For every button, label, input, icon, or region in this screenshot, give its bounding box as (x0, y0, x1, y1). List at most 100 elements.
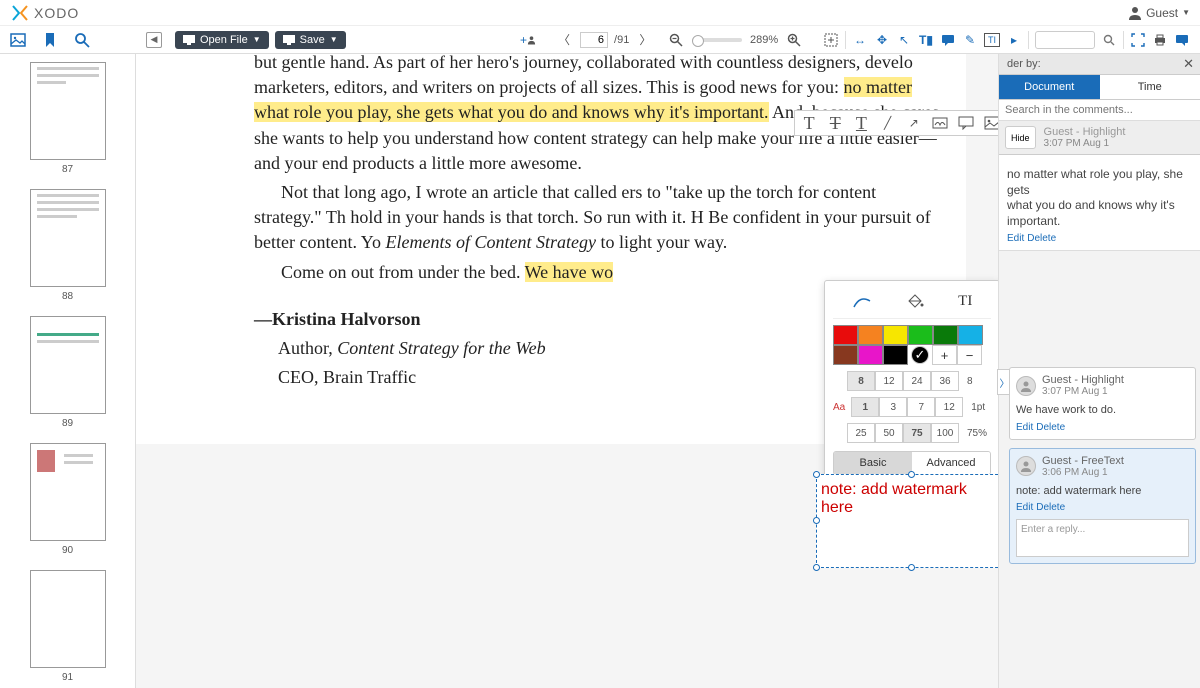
text-box-icon[interactable]: TI (984, 33, 1000, 47)
document-viewport[interactable]: but gentle hand. As part of her hero's j… (136, 54, 998, 688)
edit-comment-link[interactable]: Edit (1016, 502, 1033, 513)
color-swatch[interactable] (958, 325, 983, 345)
reply-input[interactable]: Enter a reply... (1016, 519, 1189, 557)
freehand-icon[interactable] (852, 293, 872, 309)
font-size-option[interactable]: 8 (847, 371, 875, 391)
basic-mode-tab[interactable]: Basic (834, 452, 912, 474)
comment-body: note: add watermark here (1016, 484, 1189, 498)
freetext-content[interactable]: note: add watermark here (817, 475, 998, 523)
resize-handle[interactable] (908, 471, 915, 478)
user-icon (1128, 6, 1142, 20)
highlight-annotation[interactable]: We have wo (525, 262, 614, 282)
select-arrow-icon[interactable]: ↖ (896, 33, 912, 47)
monitor-icon (283, 35, 295, 45)
page-number-input[interactable] (580, 32, 608, 48)
font-size-option[interactable]: 24 (903, 371, 931, 391)
comment-item-selected[interactable]: Guest - FreeText 3:06 PM Aug 1 note: add… (1009, 448, 1196, 564)
comment-icon[interactable] (940, 33, 956, 47)
close-panel-icon[interactable]: ✕ (1183, 56, 1194, 72)
advanced-mode-tab[interactable]: Advanced (912, 452, 990, 474)
zoom-out-icon[interactable] (668, 33, 684, 47)
color-swatch[interactable] (858, 325, 883, 345)
color-swatch[interactable] (833, 325, 858, 345)
collapse-sidebar-button[interactable]: ◀ (146, 32, 162, 48)
page-thumbnail[interactable] (30, 189, 106, 287)
color-swatch[interactable] (833, 345, 858, 365)
user-menu[interactable]: Guest ▼ (1128, 6, 1190, 20)
comment-body: no matter what role you play, she getswh… (1007, 167, 1192, 229)
page-thumbnail[interactable] (30, 62, 106, 160)
delete-comment-link[interactable]: Delete (1027, 233, 1056, 244)
arrow-tool-icon[interactable]: ↗ (906, 114, 922, 132)
opacity-option[interactable]: 50 (875, 423, 903, 443)
toolbar-search-input[interactable] (1035, 31, 1095, 49)
edit-comment-link[interactable]: Edit (1016, 422, 1033, 433)
font-size-option[interactable]: 12 (875, 371, 903, 391)
zoom-slider[interactable] (692, 38, 742, 42)
strikeout-tool-icon[interactable]: T (827, 114, 843, 132)
text-select-icon[interactable]: T▮ (918, 33, 934, 47)
comments-search-input[interactable] (999, 100, 1200, 121)
search-icon[interactable] (74, 32, 90, 48)
color-swatch[interactable] (883, 345, 908, 365)
freetext-annotation[interactable]: note: add watermark here (816, 474, 998, 568)
resize-handle[interactable] (813, 564, 820, 571)
text-style-icon[interactable]: TI (958, 293, 972, 310)
next-page-button[interactable]: 〉 (635, 31, 655, 48)
color-swatch[interactable] (933, 325, 958, 345)
add-user-icon[interactable]: + (520, 33, 536, 47)
search-icon[interactable] (1101, 33, 1117, 47)
edit-comment-link[interactable]: Edit (1007, 233, 1024, 244)
stroke-width-option[interactable]: 7 (907, 397, 935, 417)
pan-horizontal-icon[interactable]: ↔ (852, 33, 868, 47)
more-tools-icon[interactable]: ▸ (1006, 33, 1022, 47)
color-swatch[interactable] (908, 325, 933, 345)
hide-comment-button[interactable]: Hide (1005, 126, 1036, 149)
chat-icon[interactable] (1174, 33, 1190, 47)
print-icon[interactable] (1152, 33, 1168, 47)
stroke-width-option[interactable]: 12 (935, 397, 963, 417)
delete-comment-link[interactable]: Delete (1036, 502, 1065, 513)
prev-page-button[interactable]: 〈 (554, 31, 574, 48)
pan-tool-icon[interactable]: ✥ (874, 33, 890, 47)
line-tool-icon[interactable]: ╱ (880, 114, 896, 132)
add-color-button[interactable]: + (932, 345, 957, 365)
comment-time: 3:07 PM Aug 1 (1042, 386, 1124, 397)
opacity-option[interactable]: 75 (903, 423, 931, 443)
resize-handle[interactable] (813, 517, 820, 524)
open-file-button[interactable]: Open File ▼ (175, 31, 269, 49)
tab-time[interactable]: Time (1100, 75, 1200, 99)
stroke-width-option[interactable]: 1 (851, 397, 879, 417)
color-swatch[interactable] (883, 325, 908, 345)
signature-tool-icon[interactable] (932, 114, 948, 132)
color-check-icon[interactable]: ✓ (911, 346, 929, 364)
fullscreen-icon[interactable] (1130, 33, 1146, 47)
page-thumbnail[interactable] (30, 316, 106, 414)
thumbnails-sidebar[interactable]: 87 88 89 90 91 (0, 54, 136, 688)
page-thumbnail[interactable] (30, 570, 106, 668)
bookmark-icon[interactable] (42, 32, 58, 48)
comment-item[interactable]: Hide Guest - Highlight 3:07 PM Aug 1 (999, 121, 1200, 155)
text-tool-icon[interactable]: T (801, 114, 817, 132)
image-icon[interactable] (10, 32, 26, 48)
zoom-in-icon[interactable] (786, 33, 802, 47)
edit-text-icon[interactable]: ✎ (962, 33, 978, 47)
comment-item[interactable]: Guest - Highlight 3:07 PM Aug 1 We have … (1009, 367, 1196, 439)
fill-icon[interactable] (905, 293, 925, 309)
underline-tool-icon[interactable]: T (853, 114, 869, 132)
resize-handle[interactable] (813, 471, 820, 478)
stroke-width-option[interactable]: 3 (879, 397, 907, 417)
delete-comment-link[interactable]: Delete (1036, 422, 1065, 433)
tab-document[interactable]: Document (999, 75, 1100, 99)
marquee-zoom-icon[interactable] (823, 33, 839, 47)
image-tool-icon[interactable] (984, 114, 998, 132)
opacity-option[interactable]: 100 (931, 423, 959, 443)
note-tool-icon[interactable] (958, 114, 974, 132)
page-thumbnail[interactable] (30, 443, 106, 541)
font-size-option[interactable]: 36 (931, 371, 959, 391)
resize-handle[interactable] (908, 564, 915, 571)
opacity-option[interactable]: 25 (847, 423, 875, 443)
save-button[interactable]: Save ▼ (275, 31, 346, 49)
color-swatch[interactable] (858, 345, 883, 365)
remove-color-button[interactable]: − (957, 345, 982, 365)
